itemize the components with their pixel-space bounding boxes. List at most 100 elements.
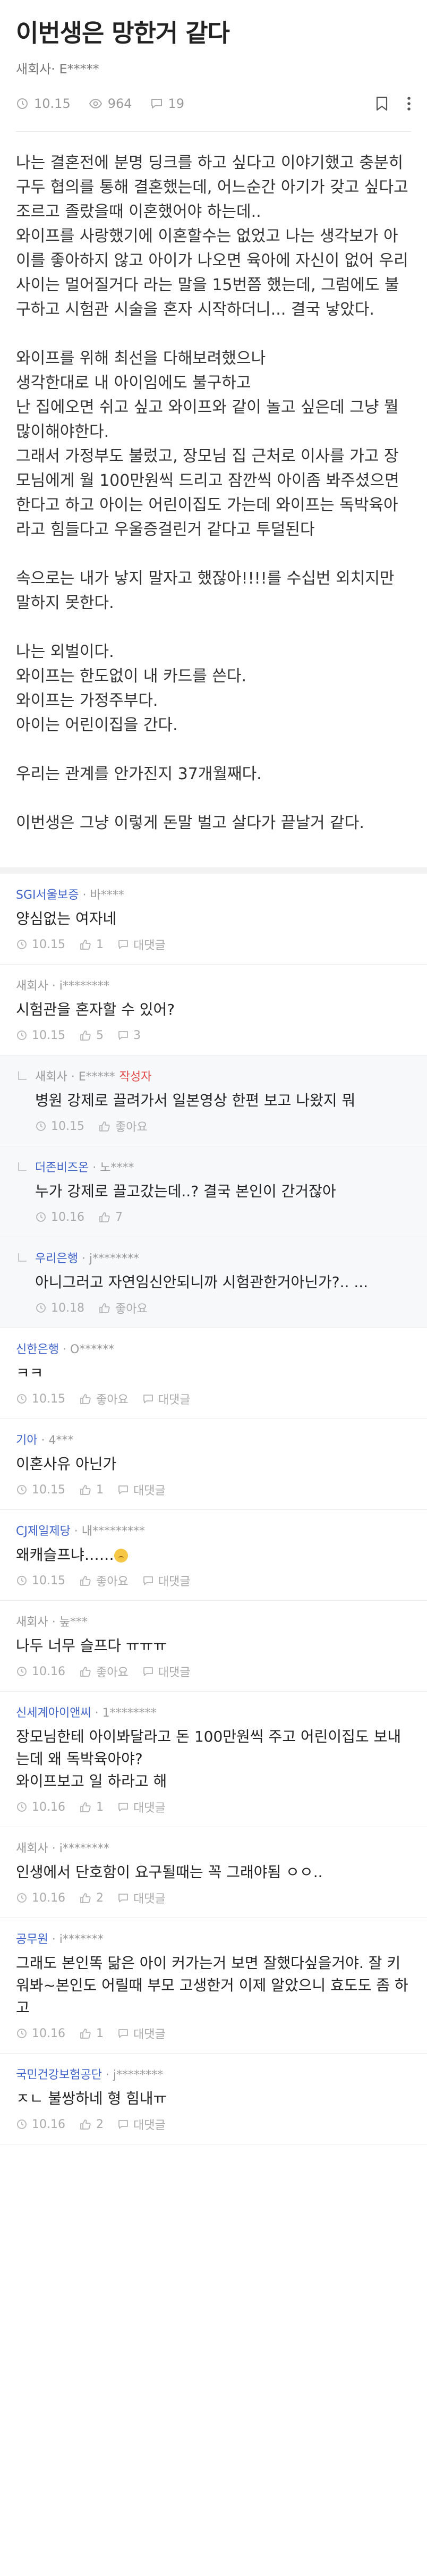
reply-button[interactable]: 대댓글 bbox=[142, 1663, 190, 1680]
like-button[interactable]: 1 bbox=[79, 1801, 104, 1814]
thumbs-up-icon bbox=[80, 1802, 91, 1812]
like-button[interactable]: 1 bbox=[79, 1483, 104, 1497]
comment-company[interactable]: 국민건강보험공단 bbox=[16, 2068, 102, 2082]
eye-icon bbox=[89, 98, 102, 109]
comment-meta: 10.16 1 대댓글 bbox=[16, 1798, 411, 1816]
comment-company[interactable]: 새회사 bbox=[16, 1842, 48, 1855]
comment-company[interactable]: 새회사 bbox=[16, 1616, 48, 1629]
like-button[interactable]: 2 bbox=[79, 1891, 104, 1905]
comment-user[interactable]: · 바**** bbox=[79, 889, 124, 902]
more-icon[interactable] bbox=[407, 96, 411, 112]
comment-meta: 10.15 5 3 bbox=[16, 1026, 411, 1044]
bookmark-icon[interactable] bbox=[375, 96, 389, 112]
clock-icon bbox=[17, 2119, 27, 2129]
post-views: 964 bbox=[89, 96, 132, 111]
comment-user[interactable]: · E***** bbox=[67, 1070, 115, 1084]
like-button[interactable]: 1 bbox=[79, 2027, 104, 2040]
reply-button[interactable]: 대댓글 bbox=[117, 936, 166, 953]
comment-company[interactable]: 더존비즈온 bbox=[35, 1161, 89, 1175]
post-author[interactable]: 새회사· E***** bbox=[16, 58, 411, 77]
comment-text-content: ㅋㅋ bbox=[16, 1364, 44, 1382]
like-button[interactable]: 좋아요 bbox=[79, 1390, 129, 1407]
comment-company[interactable]: 신세계아이앤씨 bbox=[16, 1707, 91, 1720]
comment-meta: 10.16 1 대댓글 bbox=[16, 2024, 411, 2042]
comment-user[interactable]: · 내********* bbox=[71, 1525, 145, 1538]
reply-button[interactable]: 대댓글 bbox=[117, 1481, 166, 1498]
like-button[interactable]: 5 bbox=[79, 1029, 104, 1042]
reply-bubble-icon bbox=[118, 940, 128, 949]
like-count: 1 bbox=[96, 1483, 104, 1497]
thumbs-up-icon bbox=[80, 1485, 91, 1495]
like-button[interactable]: 1 bbox=[79, 938, 104, 951]
thumbs-up-icon bbox=[99, 1121, 110, 1131]
comment-header: 신세계아이앤씨 · 1******** bbox=[16, 1703, 411, 1720]
comment-text: 인생에서 단호함이 요구될때는 꼭 그래야됨 ㅇㅇ.. bbox=[16, 1861, 411, 1884]
clock-icon bbox=[17, 1667, 27, 1676]
like-button[interactable]: 좋아요 bbox=[79, 1663, 129, 1680]
comment: SGI서울보증 · 바**** 양심없는 여자네 10.15 1 대댓글 bbox=[0, 874, 427, 965]
comment-company[interactable]: 새회사 bbox=[16, 979, 48, 993]
comment-time-text: 10.16 bbox=[32, 1800, 65, 1814]
comment-time-text: 10.15 bbox=[32, 1028, 65, 1042]
reply-button[interactable]: 대댓글 bbox=[117, 1889, 166, 1906]
reply-button[interactable]: 대댓글 bbox=[117, 1798, 166, 1815]
comment-header: 새회사 · i******** bbox=[16, 1839, 411, 1856]
comment-text: 시험관을 혼자할 수 있어? bbox=[16, 999, 411, 1021]
reply-label: 대댓글 bbox=[133, 2028, 166, 2041]
like-count: 2 bbox=[96, 1891, 104, 1905]
like-button[interactable]: 2 bbox=[79, 2118, 104, 2131]
comment-company[interactable]: 우리은행 bbox=[35, 1252, 78, 1265]
reply-button[interactable]: 대댓글 bbox=[117, 2116, 166, 2133]
comment-meta: 10.15 좋아요 대댓글 bbox=[16, 1390, 411, 1408]
post-comments[interactable]: 19 bbox=[150, 96, 184, 111]
reply-comment: 새회사 · E***** 작성자병원 강제로 끌려가서 일본영상 한편 보고 나왔… bbox=[0, 1055, 427, 1146]
like-count: 5 bbox=[96, 1028, 104, 1042]
comment-header: CJ제일제당 · 내********* bbox=[16, 1522, 411, 1539]
post-paragraph: 속으로는 내가 낳지 말자고 했잖아!!!!를 수십번 외치지만 말하지 못한다… bbox=[16, 569, 400, 612]
comment-user[interactable]: · 1******** bbox=[91, 1707, 157, 1720]
comment-user[interactable]: · O****** bbox=[59, 1343, 114, 1356]
comment-text-content: 인생에서 단호함이 요구될때는 꼭 그래야됨 ㅇㅇ.. bbox=[16, 1863, 323, 1881]
comment-company[interactable]: 새회사 bbox=[35, 1070, 67, 1084]
comment-time-text: 10.15 bbox=[32, 938, 65, 951]
comment-time-text: 10.16 bbox=[32, 1891, 65, 1905]
comment-company[interactable]: CJ제일제당 bbox=[16, 1525, 71, 1538]
comment-user[interactable]: · 노**** bbox=[89, 1161, 134, 1175]
comment-meta: 10.15 좋아요 bbox=[35, 1117, 411, 1135]
comment-time: 10.16 bbox=[16, 1801, 65, 1814]
comment-time: 10.16 bbox=[16, 2027, 65, 2040]
comment-time-text: 10.15 bbox=[51, 1119, 84, 1133]
reply-button[interactable]: 3 bbox=[117, 1029, 141, 1042]
comment-user[interactable]: · j******** bbox=[102, 2068, 163, 2082]
comment-company[interactable]: 공무원 bbox=[16, 1933, 48, 1946]
like-button[interactable]: 7 bbox=[98, 1211, 123, 1224]
writer-badge: 작성자 bbox=[119, 1070, 152, 1084]
post-time-text: 10.15 bbox=[34, 96, 71, 111]
comment-header: 새회사 · i******** bbox=[16, 976, 411, 993]
comment-text-content: 병원 강제로 끌려가서 일본영상 한편 보고 나왔지 뭐 bbox=[35, 1092, 356, 1109]
like-button[interactable]: 좋아요 bbox=[98, 1299, 148, 1316]
comment-company[interactable]: SGI서울보증 bbox=[16, 889, 79, 902]
like-button[interactable]: 좋아요 bbox=[79, 1572, 129, 1589]
comment-time-text: 10.16 bbox=[51, 1210, 84, 1224]
reply-label: 대댓글 bbox=[133, 1484, 166, 1498]
sad-face-emoji-icon bbox=[114, 1549, 128, 1563]
comment-header: 신한은행 · O****** bbox=[16, 1340, 411, 1357]
comment-time-text: 10.15 bbox=[32, 1483, 65, 1497]
comment-company[interactable]: 신한은행 bbox=[16, 1343, 59, 1356]
thumbs-up-icon bbox=[80, 1667, 91, 1677]
comment-user[interactable]: · i******* bbox=[48, 1933, 104, 1946]
reply-button[interactable]: 대댓글 bbox=[117, 2025, 166, 2042]
comment-company[interactable]: 기아 bbox=[16, 1434, 37, 1447]
reply-button[interactable]: 대댓글 bbox=[142, 1390, 190, 1407]
like-button[interactable]: 좋아요 bbox=[98, 1118, 148, 1135]
comment-user[interactable]: · j******** bbox=[78, 1252, 139, 1265]
comment-user[interactable]: · i******** bbox=[48, 979, 109, 993]
clock-icon bbox=[17, 1485, 27, 1494]
comment-text: 아니그러고 자연임신안되니까 시험관한거아닌가?.. ... bbox=[35, 1271, 411, 1294]
comment-user[interactable]: · i******** bbox=[48, 1842, 109, 1855]
reply-button[interactable]: 대댓글 bbox=[142, 1572, 190, 1589]
comment-list: SGI서울보증 · 바**** 양심없는 여자네 10.15 1 대댓글 새회사 · i*… bbox=[0, 874, 427, 2144]
comment-user[interactable]: · 눞*** bbox=[48, 1616, 88, 1629]
comment-user[interactable]: · 4*** bbox=[37, 1434, 73, 1447]
